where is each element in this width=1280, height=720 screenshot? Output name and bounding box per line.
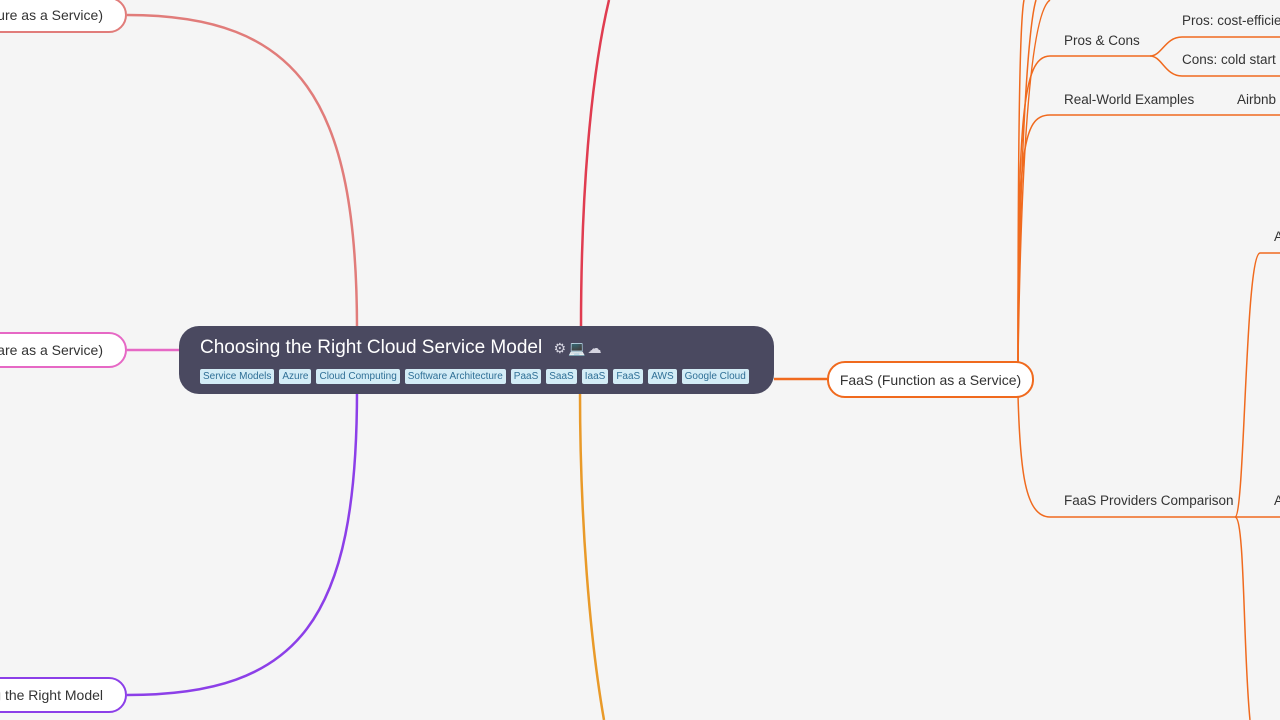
- choosing-model-node[interactable]: g the Right Model: [0, 677, 127, 713]
- tag-google-cloud[interactable]: Google Cloud: [681, 369, 749, 384]
- tag-paas[interactable]: PaaS: [510, 369, 542, 384]
- airbnb-label[interactable]: Airbnb: [1237, 92, 1276, 107]
- choosing-connector: [126, 389, 359, 697]
- laptop-icon: 💻: [568, 340, 588, 356]
- providers-upper-connector: [1234, 252, 1280, 518]
- real-world-examples-label[interactable]: Real-World Examples: [1064, 92, 1194, 107]
- upper-provider-label[interactable]: A: [1274, 229, 1280, 244]
- choosing-model-label: g the Right Model: [0, 687, 103, 703]
- yellow-branch-connector: [578, 391, 606, 720]
- tag-software-architecture[interactable]: Software Architecture: [404, 369, 506, 384]
- red-branch-connector: [579, 0, 611, 329]
- tag-azure[interactable]: Azure: [279, 369, 312, 384]
- tag-faas[interactable]: FaaS: [613, 369, 644, 384]
- central-topic[interactable]: Choosing the Right Cloud Service Model ⚙…: [179, 326, 774, 394]
- iaas-connector: [126, 13, 359, 331]
- tag-list: Service Models Azure Cloud Computing Sof…: [200, 369, 754, 384]
- central-title-row: Choosing the Right Cloud Service Model ⚙…: [200, 336, 754, 360]
- tag-saas[interactable]: SaaS: [546, 369, 577, 384]
- iaas-node[interactable]: cture as a Service): [0, 0, 127, 33]
- faas-node[interactable]: FaaS (Function as a Service): [827, 361, 1034, 398]
- providers-lower-connector: [1234, 516, 1251, 720]
- saas-label: ware as a Service): [0, 342, 103, 358]
- faas-providers-label[interactable]: FaaS Providers Comparison: [1064, 493, 1234, 508]
- cloud-icon: ☁: [587, 340, 604, 356]
- title-icons: ⚙💻☁: [553, 340, 603, 356]
- pros-label[interactable]: Pros: cost-efficie: [1182, 13, 1280, 28]
- mind-map-canvas: cture as a Service) ware as a Service) g…: [0, 0, 1280, 720]
- faas-to-top-3: [1017, 0, 1051, 363]
- gear-icon: ⚙: [553, 340, 569, 356]
- central-title: Choosing the Right Cloud Service Model: [200, 337, 543, 358]
- faas-label: FaaS (Function as a Service): [839, 371, 1022, 388]
- saas-node[interactable]: ware as a Service): [0, 332, 127, 368]
- tag-cloud-computing[interactable]: Cloud Computing: [316, 369, 400, 384]
- tag-iaas[interactable]: IaaS: [581, 369, 609, 384]
- tag-service-models[interactable]: Service Models: [200, 369, 275, 384]
- pros-cons-label[interactable]: Pros & Cons: [1064, 33, 1140, 48]
- provider-child-label[interactable]: A: [1274, 493, 1280, 508]
- iaas-label: cture as a Service): [0, 7, 103, 23]
- faas-to-examples: [1017, 114, 1280, 363]
- cons-label[interactable]: Cons: cold start l: [1182, 52, 1280, 67]
- tag-aws[interactable]: AWS: [648, 369, 677, 384]
